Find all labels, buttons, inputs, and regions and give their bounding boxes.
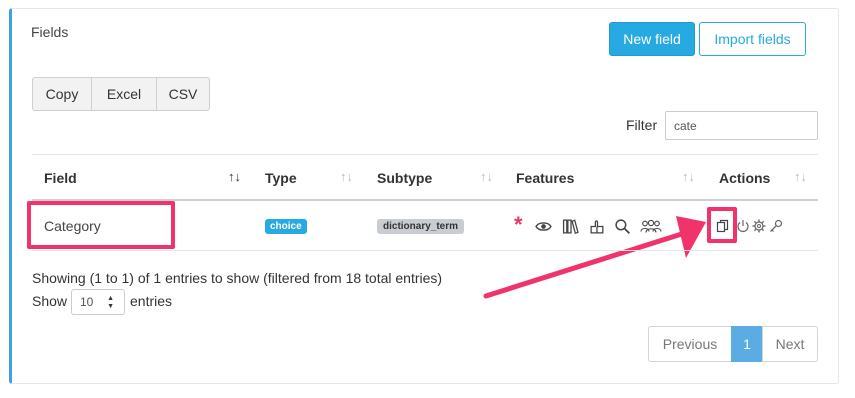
export-button-group: Copy Excel CSV [32, 77, 210, 111]
users-icon[interactable] [640, 218, 662, 235]
search-icon[interactable] [614, 218, 631, 235]
key-icon[interactable] [769, 219, 783, 233]
row-divider [32, 250, 818, 251]
sort-icon[interactable]: ↑↓ [682, 169, 695, 184]
page-1-button[interactable]: 1 [731, 326, 763, 362]
header-top-divider [32, 154, 818, 155]
filter-input[interactable] [665, 111, 818, 140]
select-caret-icon: ▲ ▼ [107, 295, 114, 310]
gear-icon[interactable] [752, 219, 766, 233]
hand-icon[interactable] [589, 218, 606, 235]
import-fields-button[interactable]: Import fields [699, 22, 806, 56]
new-field-button[interactable]: New field [609, 22, 695, 56]
show-label: Show [32, 293, 68, 309]
csv-button[interactable]: CSV [156, 77, 210, 111]
copy-action-highlight-box [707, 207, 737, 243]
page-length-value: 10 [80, 295, 94, 309]
column-header-features[interactable]: Features [516, 170, 574, 186]
sort-icon[interactable]: ↑↓ [480, 169, 493, 184]
subtype-badge: dictionary_term [377, 219, 465, 234]
field-highlight-box [27, 201, 175, 249]
page-length-select[interactable]: 10 ▲ ▼ [71, 289, 125, 315]
power-icon[interactable] [736, 219, 750, 233]
sort-asc-icon[interactable]: ↑↓ [228, 169, 241, 184]
filter-label: Filter [626, 117, 658, 133]
previous-page-button[interactable]: Previous [648, 326, 732, 362]
sort-icon[interactable]: ↑↓ [794, 169, 807, 184]
eye-icon[interactable] [535, 218, 552, 235]
sort-icon[interactable]: ↑↓ [340, 169, 353, 184]
table-info: Showing (1 to 1) of 1 entries to show (f… [32, 270, 443, 286]
copy-button[interactable]: Copy [32, 77, 92, 111]
next-page-button[interactable]: Next [762, 326, 818, 362]
entries-label: entries [130, 293, 173, 309]
column-header-subtype[interactable]: Subtype [377, 170, 432, 186]
column-header-actions[interactable]: Actions [719, 170, 770, 186]
type-badge: choice [265, 219, 307, 234]
pagination: Previous 1 Next [648, 326, 818, 362]
books-icon[interactable] [562, 218, 579, 235]
excel-button[interactable]: Excel [91, 77, 157, 111]
column-header-type[interactable]: Type [265, 170, 297, 186]
required-asterisk-icon: * [514, 212, 523, 237]
panel-title: Fields [31, 24, 69, 40]
column-header-field[interactable]: Field [44, 170, 77, 186]
